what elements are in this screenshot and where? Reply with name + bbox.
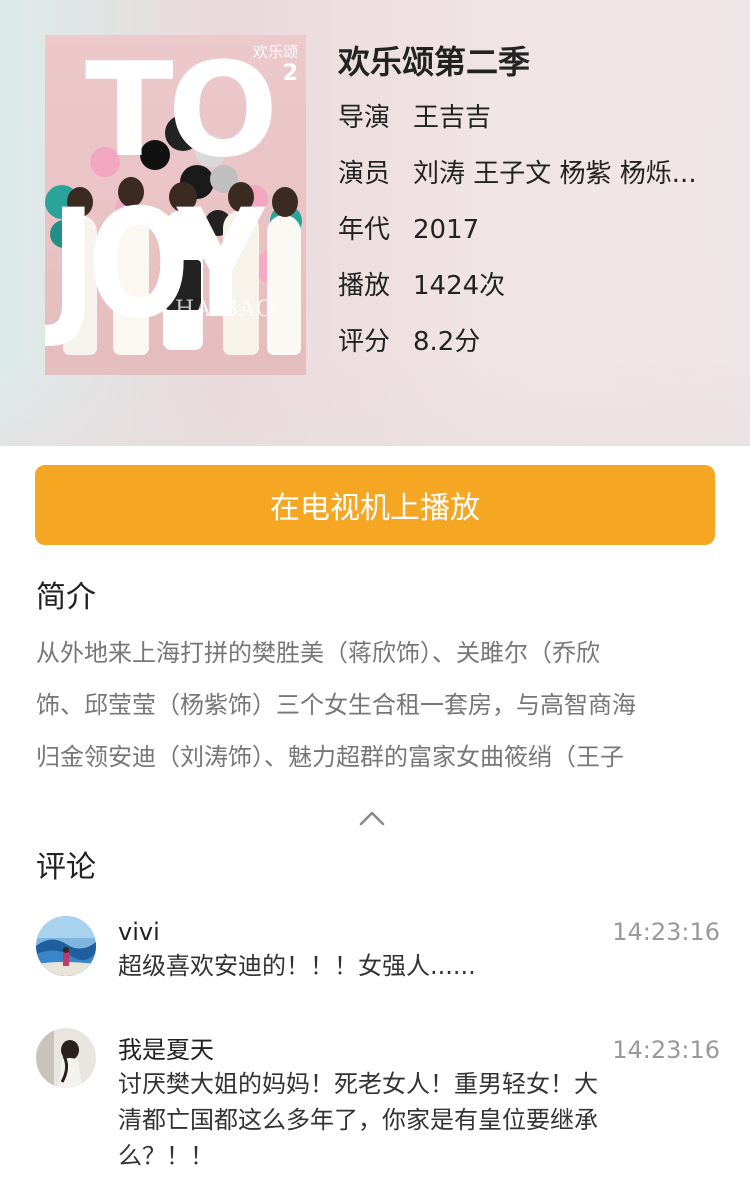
field-director: 导演 王吉吉 [338, 94, 728, 142]
comment-text: 讨厌樊大姐的妈妈！死老女人！重男轻女！大清都亡国都这么多年了，你家是有皇位要继承… [118, 1070, 598, 1170]
field-cast: 演员 刘涛 王子文 杨紫 杨烁... [338, 150, 728, 198]
poster-brand: 欢乐颂 [252, 43, 298, 61]
poster-image: TO JOY 欢乐颂 2 HAIBAO [45, 35, 306, 375]
poster-title-top: TO [85, 35, 278, 186]
field-value: 王吉吉 [413, 103, 492, 133]
show-header: TO JOY 欢乐颂 2 HAIBAO 欢乐颂第二季 导演 王吉吉 演员 刘涛 王子… [0, 0, 750, 446]
show-title: 欢乐颂第二季 [338, 43, 531, 81]
intro-line: 饰、邱莹莹（杨紫饰）三个女生合租一套房，与高智商海 [36, 691, 636, 719]
comment-item: 我是夏天 14:23:16 讨厌樊大姐的妈妈！死老女人！重男轻女！大清都亡国都这… [36, 1028, 720, 1184]
intro-line: 从外地来上海打拼的樊胜美（蒋欣饰）、关雎尔（乔欣 [36, 639, 600, 667]
comment-time: 14:23:16 [612, 1036, 720, 1064]
comments-heading: 评论 [36, 850, 96, 885]
poster-season-number: 2 [282, 61, 298, 86]
field-value: 8.2分 [413, 327, 481, 357]
field-year: 年代 2017 [338, 206, 728, 254]
show-info: 欢乐颂第二季 导演 王吉吉 演员 刘涛 王子文 杨紫 杨烁... 年代 2017 播放… [338, 38, 728, 366]
intro-text: 从外地来上海打拼的樊胜美（蒋欣饰）、关雎尔（乔欣 饰、邱莹莹（杨紫饰）三个女生合… [36, 627, 696, 783]
field-plays: 播放 1424次 [338, 262, 728, 310]
comment-author: 我是夏天 [118, 1036, 214, 1064]
field-rating: 评分 8.2分 [338, 318, 728, 366]
field-value: 2017 [413, 215, 480, 245]
comment-time: 14:23:16 [612, 918, 720, 946]
poster-watermark: HAIBAO [175, 297, 275, 322]
field-value: 1424次 [413, 271, 506, 301]
comment-item: vivi 14:23:16 超级喜欢安迪的！！！女强人...... [36, 916, 720, 996]
comment-text: 超级喜欢安迪的！！！女强人...... [118, 952, 476, 980]
intro-line: 归金领安迪（刘涛饰）、魅力超群的富家女曲筱绡（王子 [36, 743, 624, 771]
field-label: 演员 [338, 159, 391, 189]
avatar[interactable] [36, 916, 96, 976]
field-value: 刘涛 王子文 杨紫 杨烁... [413, 159, 697, 189]
avatar[interactable] [36, 1028, 96, 1088]
play-on-tv-button[interactable]: 在电视机上播放 [35, 465, 715, 545]
field-label: 年代 [338, 215, 391, 245]
chevron-up-icon[interactable] [358, 808, 386, 828]
comment-author: vivi [118, 918, 160, 946]
field-label: 播放 [338, 271, 391, 301]
intro-heading: 简介 [36, 580, 96, 615]
field-label: 评分 [338, 327, 391, 357]
field-label: 导演 [338, 103, 391, 133]
